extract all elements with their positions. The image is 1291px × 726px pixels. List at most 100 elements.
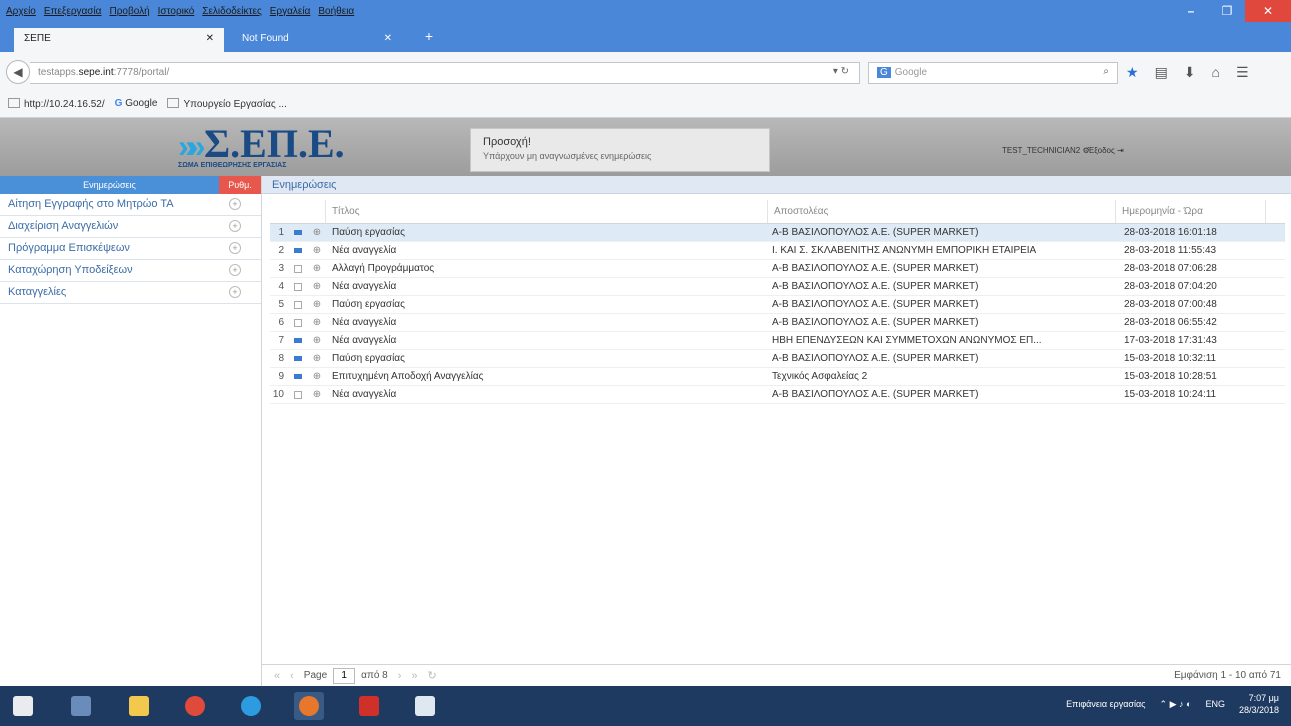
ie-icon	[241, 696, 261, 716]
close-tab-icon[interactable]: ✕	[384, 33, 392, 44]
info-icon[interactable]: ⊕	[308, 371, 326, 382]
clock[interactable]: 7:07 μμ 28/3/2018	[1239, 692, 1279, 716]
url-bar[interactable]: testapps.sepe.int:7778/portal/ ▾ ↻	[30, 62, 860, 84]
expand-icon[interactable]: +	[229, 286, 241, 298]
info-icon[interactable]: ⊕	[308, 389, 326, 400]
sidebar-header: Ενημερώσεις Ρυθμ.	[0, 176, 261, 194]
maximize-icon[interactable]: ❐	[1209, 0, 1245, 22]
username: TEST_TECHNICIAN2	[1002, 146, 1081, 155]
row-date: 28-03-2018 06:55:42	[1124, 317, 1217, 328]
reload-icon[interactable]: ▾ ↻	[833, 66, 849, 77]
language-indicator[interactable]: ENG	[1205, 699, 1225, 709]
sidebar-list: Αίτηση Εγγραφής στο Μητρώο ΤΑ + Διαχείριση…	[0, 194, 261, 304]
info-icon[interactable]: ⊕	[308, 299, 326, 310]
table-row[interactable]: 3 ⊕ Αλλαγή Προγράμματος Α-Β ΒΑΣΙΛΟΠΟΥΛΟΣ Α.…	[270, 260, 1285, 278]
window-controls: – ❐ ✕	[1173, 0, 1291, 22]
search-placeholder: Google	[894, 67, 928, 78]
info-icon[interactable]: ⊕	[308, 281, 326, 292]
close-icon[interactable]: ✕	[1245, 0, 1291, 22]
menu-item[interactable]: Βοήθεια	[318, 6, 354, 17]
info-icon[interactable]: ⊕	[308, 317, 326, 328]
expand-icon[interactable]: +	[229, 242, 241, 254]
info-icon[interactable]: ⊕	[308, 227, 326, 238]
sidebar-tab-updates[interactable]: Ενημερώσεις	[0, 176, 219, 194]
sidebar-item[interactable]: Καταγγελίες +	[0, 282, 261, 304]
taskbar-app[interactable]	[66, 692, 96, 720]
last-page-icon[interactable]: »	[411, 670, 417, 682]
column-header-title[interactable]: Τίτλος	[326, 200, 768, 223]
refresh-icon[interactable]: ↻	[428, 669, 437, 682]
row-date: 28-03-2018 07:00:48	[1124, 299, 1217, 310]
first-page-icon[interactable]: «	[274, 670, 280, 682]
download-icon[interactable]: ⬇	[1184, 64, 1196, 81]
table-row[interactable]: 8 ⊕ Παύση εργασίας Α-Β ΒΑΣΙΛΟΠΟΥΛΟΣ Α.Ε. (S…	[270, 350, 1285, 368]
table-row[interactable]: 10 ⊕ Νέα αναγγελία Α-Β ΒΑΣΙΛΟΠΟΥΛΟΣ Α.Ε. (S…	[270, 386, 1285, 404]
taskbar-chrome[interactable]	[180, 692, 210, 720]
page-input[interactable]	[333, 667, 356, 684]
expand-icon[interactable]: +	[229, 198, 241, 210]
tray-desktop-label[interactable]: Επιφάνεια εργασίας	[1066, 699, 1145, 709]
table-row[interactable]: 2 ⊕ Νέα αναγγελία Ι. ΚΑΙ Σ. ΣΚΛΑΒΕΝΙΤΗΣ ΑΝΩ…	[270, 242, 1285, 260]
sidebar-item[interactable]: Διαχείριση Αναγγελιών +	[0, 216, 261, 238]
hamburger-menu-icon[interactable]: ☰	[1236, 64, 1249, 81]
search-input[interactable]: G Google ⌕	[868, 62, 1118, 84]
start-button[interactable]	[8, 692, 38, 720]
sidebar-item[interactable]: Καταχώρηση Υποδείξεων +	[0, 260, 261, 282]
bookmark-item[interactable]: Υπουργείο Εργασίας ...	[167, 98, 287, 111]
sidebar-item[interactable]: Αίτηση Εγγραφής στο Μητρώο ΤΑ +	[0, 194, 261, 216]
column-header-date[interactable]: Ημερομηνία - Ώρα	[1116, 200, 1266, 223]
table-row[interactable]: 5 ⊕ Παύση εργασίας Α-Β ΒΑΣΙΛΟΠΟΥΛΟΣ Α.Ε. (S…	[270, 296, 1285, 314]
info-icon[interactable]: ⊕	[308, 335, 326, 346]
table-row[interactable]: 9 ⊕ Επιτυχημένη Αποδοχή Αναγγελίας Τεχνικός…	[270, 368, 1285, 386]
tab-not-found[interactable]: Not Found ✕	[232, 28, 412, 52]
table-row[interactable]: 6 ⊕ Νέα αναγγελία Α-Β ΒΑΣΙΛΟΠΟΥΛΟΣ Α.Ε. (SU…	[270, 314, 1285, 332]
search-engine-icon[interactable]: G	[877, 67, 891, 78]
menu-item[interactable]: Προβολή	[109, 6, 149, 17]
logout-icon: ⇥	[1117, 146, 1124, 155]
url-prefix: testapps.	[38, 67, 79, 78]
home-icon[interactable]: ⌂	[1212, 64, 1220, 81]
search-icon[interactable]: ⌕	[1103, 66, 1109, 77]
bookmark-star-icon[interactable]: ★	[1126, 64, 1139, 81]
sidebar-tab-settings[interactable]: Ρυθμ.	[219, 176, 261, 194]
notice-title: Προσοχή!	[483, 136, 531, 148]
next-page-icon[interactable]: ›	[398, 670, 402, 682]
menu-item[interactable]: Επεξεργασία	[44, 6, 102, 17]
row-date: 28-03-2018 11:55:43	[1124, 245, 1217, 256]
minimize-icon[interactable]: –	[1173, 0, 1209, 22]
taskbar-ie[interactable]	[236, 692, 266, 720]
table-row[interactable]: 1 ⊕ Παύση εργασίας Α-Β ΒΑΣΙΛΟΠΟΥΛΟΣ Α.Ε. (S…	[270, 224, 1285, 242]
menu-item[interactable]: Αρχείο	[6, 6, 36, 17]
new-tab-icon[interactable]: +	[416, 28, 442, 50]
menu-item[interactable]: Σελιδοδείκτες	[202, 6, 261, 17]
read-envelope-icon	[294, 300, 302, 309]
logout-link[interactable]: Έξοδος ⇥	[1088, 146, 1124, 155]
sidebar-item-label: Διαχείριση Αναγγελιών	[8, 220, 119, 232]
user-menu[interactable]: TEST_TECHNICIAN2 ⚙	[1002, 146, 1090, 155]
sepe-logo[interactable]: »» Σ.ΕΠ.Ε. ΣΩΜΑ ΕΠΙΘΕΩΡΗΣΗΣ ΕΡΓΑΣΙΑΣ	[178, 121, 345, 170]
bookmark-item[interactable]: G Google	[115, 98, 158, 111]
menu-item[interactable]: Εργαλεία	[270, 6, 311, 17]
info-icon[interactable]: ⊕	[308, 353, 326, 364]
system-tray: Επιφάνεια εργασίας ⌃ ▶ ♪ ◐ ENG 7:07 μμ 2…	[1066, 692, 1279, 716]
expand-icon[interactable]: +	[229, 220, 241, 232]
info-icon[interactable]: ⊕	[308, 263, 326, 274]
taskbar-app-doc[interactable]	[410, 692, 440, 720]
expand-icon[interactable]: +	[229, 264, 241, 276]
menu-item[interactable]: Ιστορικό	[158, 6, 195, 17]
tab-sepe[interactable]: ΣΕΠΕ ✕	[14, 28, 224, 52]
library-icon[interactable]: ▤	[1155, 64, 1168, 81]
taskbar-explorer[interactable]	[124, 692, 154, 720]
sidebar-item[interactable]: Πρόγραμμα Επισκέψεων +	[0, 238, 261, 260]
row-number: 1	[278, 227, 284, 238]
column-header-sender[interactable]: Αποστολέας	[768, 200, 1116, 223]
prev-page-icon[interactable]: ‹	[290, 670, 294, 682]
close-tab-icon[interactable]: ✕	[206, 33, 214, 44]
info-icon[interactable]: ⊕	[308, 245, 326, 256]
taskbar-app-red[interactable]	[354, 692, 384, 720]
table-row[interactable]: 7 ⊕ Νέα αναγγελία ΗΒΗ ΕΠΕΝΔΥΣΕΩΝ ΚΑΙ ΣΥΜΜΕΤ…	[270, 332, 1285, 350]
taskbar-firefox[interactable]	[294, 692, 324, 720]
table-row[interactable]: 4 ⊕ Νέα αναγγελία Α-Β ΒΑΣΙΛΟΠΟΥΛΟΣ Α.Ε. (SU…	[270, 278, 1285, 296]
back-icon[interactable]: ◀	[6, 60, 30, 84]
bookmark-item[interactable]: http://10.24.16.52/	[8, 98, 105, 111]
